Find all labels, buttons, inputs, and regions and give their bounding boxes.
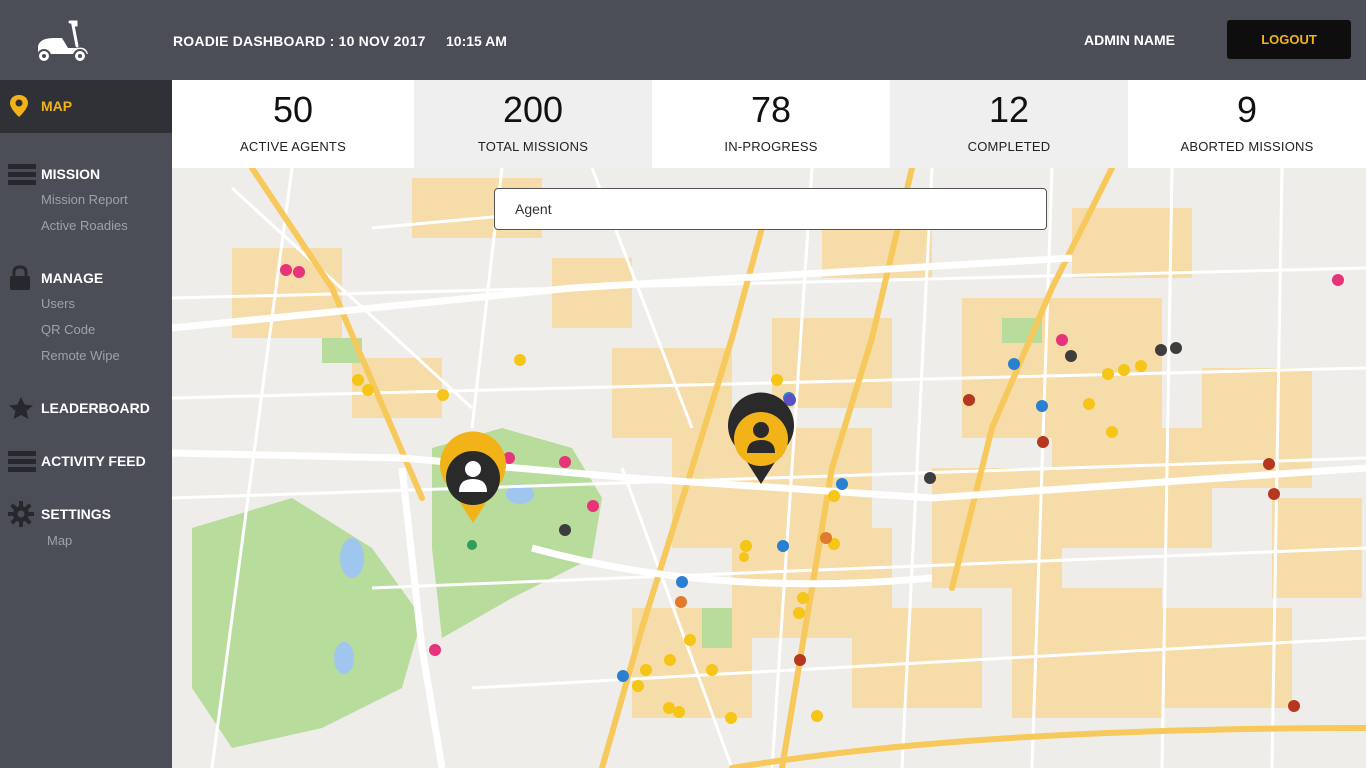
scooter-logo-icon [37,20,88,63]
map-canvas[interactable] [172,168,1366,768]
list-icon [8,161,38,187]
stat-aborted-missions: 9 ABORTED MISSIONS [1128,80,1366,168]
list-icon [8,448,38,474]
sidebar-subitem-remote-wipe[interactable]: Remote Wipe [41,348,120,363]
dashboard-title: ROADIE DASHBOARD : 10 NOV 2017 [173,33,426,49]
sidebar-subitem-users[interactable]: Users [41,296,75,311]
sidebar: MAP MISSION Mission Report Active Roadie… [0,80,172,768]
sidebar-item-manage[interactable]: MANAGE [8,265,103,291]
sidebar-item-activity-feed[interactable]: ACTIVITY FEED [8,448,146,474]
stat-label: ACTIVE AGENTS [240,139,346,154]
stat-total-missions: 200 TOTAL MISSIONS [414,80,652,168]
sidebar-subitem-map[interactable]: Map [47,533,72,548]
logout-button[interactable]: LOGOUT [1227,20,1351,59]
sidebar-item-label: ACTIVITY FEED [41,453,146,469]
sidebar-item-label: MAP [41,98,73,114]
top-bar: ROADIE DASHBOARD : 10 NOV 2017 10:15 AM … [0,0,1366,80]
stat-value: 200 [502,89,564,130]
star-icon [8,395,38,421]
sidebar-item-label: MISSION [41,166,101,182]
sidebar-item-label: LEADERBOARD [41,400,150,416]
stat-label: TOTAL MISSIONS [477,139,589,154]
stat-in-progress: 78 IN-PROGRESS [652,80,890,168]
stat-value: 9 [1236,89,1258,130]
sidebar-subitem-qr-code[interactable]: QR Code [41,322,95,337]
stat-label: IN-PROGRESS [724,139,818,154]
current-time: 10:15 AM [446,33,507,49]
stat-completed: 12 COMPLETED [890,80,1128,168]
agent-search-input[interactable] [494,188,1047,230]
sidebar-item-label: SETTINGS [41,506,112,522]
map-view[interactable] [172,168,1366,768]
sidebar-item-leaderboard[interactable]: LEADERBOARD [8,395,150,421]
stat-active-agents: 50 ACTIVE AGENTS [172,80,414,168]
stat-value: 12 [988,89,1030,130]
map-pin-icon [8,93,38,119]
lock-icon [8,265,38,291]
admin-name[interactable]: ADMIN NAME [1084,32,1175,48]
stat-value: 78 [750,89,792,130]
sidebar-item-settings[interactable]: SETTINGS [8,501,111,527]
sidebar-subitem-active-roadies[interactable]: Active Roadies [41,218,128,233]
gear-icon [8,501,38,527]
sidebar-item-label: MANAGE [41,270,104,286]
stat-label: ABORTED MISSIONS [1180,139,1314,154]
sidebar-item-map[interactable]: MAP [8,93,72,119]
stat-value: 50 [272,89,314,130]
stat-label: COMPLETED [967,139,1051,154]
sidebar-item-mission[interactable]: MISSION [8,161,100,187]
sidebar-subitem-mission-report[interactable]: Mission Report [41,192,128,207]
